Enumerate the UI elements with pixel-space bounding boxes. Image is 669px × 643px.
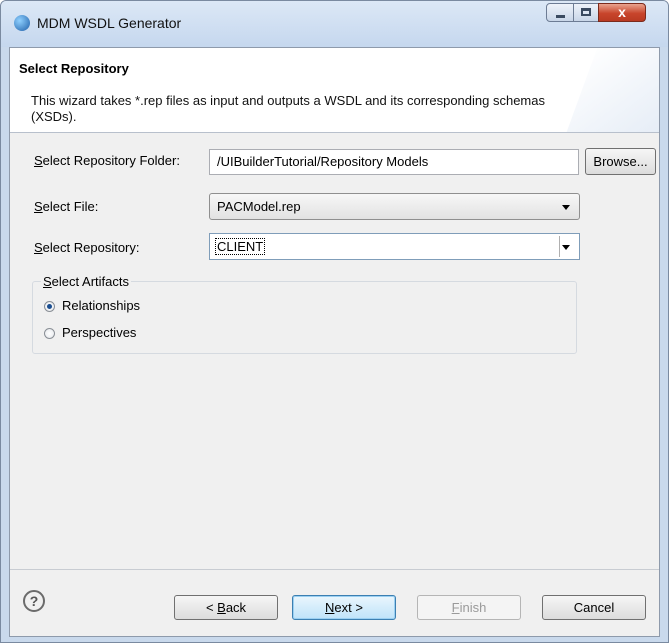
radio-perspectives-label[interactable]: Perspectives (62, 325, 136, 340)
minimize-button[interactable] (546, 3, 574, 22)
back-mnemonic: B (217, 600, 226, 615)
page-title: Select Repository (19, 61, 129, 76)
help-icon[interactable]: ? (23, 590, 45, 612)
repository-select-value: CLIENT (215, 238, 266, 255)
combo-divider (559, 236, 560, 257)
radio-relationships[interactable] (44, 301, 55, 312)
maximize-button[interactable] (573, 3, 599, 22)
folder-input[interactable]: /UIBuilderTutorial/Repository Models (209, 149, 579, 175)
maximize-icon (581, 8, 591, 16)
artifacts-title-mnemonic: S (43, 274, 52, 289)
radio-perspectives[interactable] (44, 328, 55, 339)
folder-label-text: elect Repository Folder: (42, 153, 180, 168)
finish-mnemonic: F (451, 600, 460, 615)
chevron-down-icon (562, 205, 570, 210)
repository-label: Select Repository: (34, 240, 140, 255)
footer-divider (10, 569, 659, 570)
close-icon: x (618, 4, 626, 20)
file-label-text: elect File: (42, 199, 99, 214)
file-label-mnemonic: S (34, 199, 43, 214)
file-select[interactable]: PACModel.rep (209, 193, 580, 220)
wizard-body: Select Repository This wizard takes *.re… (9, 47, 660, 637)
file-select-value: PACModel.rep (217, 199, 301, 214)
repository-label-text: elect Repository: (42, 240, 140, 255)
back-button[interactable]: < Back (174, 595, 278, 620)
window-title: MDM WSDL Generator (37, 15, 182, 31)
repository-select[interactable]: CLIENT (209, 233, 580, 260)
chevron-down-icon[interactable] (562, 245, 570, 250)
title-bar[interactable]: MDM WSDL Generator x (1, 1, 668, 47)
app-icon (14, 15, 30, 31)
next-mnemonic: N (325, 600, 335, 615)
folder-label-mnemonic: S (34, 153, 43, 168)
next-button[interactable]: Next > (292, 595, 396, 620)
browse-button[interactable]: Browse... (585, 148, 656, 175)
artifacts-group-title: Select Artifacts (41, 274, 131, 289)
artifacts-group (32, 281, 577, 354)
close-button[interactable]: x (598, 3, 646, 22)
minimize-icon (556, 15, 565, 18)
repository-label-mnemonic: S (34, 240, 43, 255)
wizard-banner: Select Repository This wizard takes *.re… (10, 48, 659, 133)
wizard-window: MDM WSDL Generator x Select Repository T… (0, 0, 669, 643)
finish-button[interactable]: Finish (417, 595, 521, 620)
radio-relationships-label[interactable]: Relationships (62, 298, 140, 313)
cancel-button[interactable]: Cancel (542, 595, 646, 620)
page-description: This wizard takes *.rep files as input a… (31, 93, 545, 124)
artifacts-title-text: elect Artifacts (51, 274, 129, 289)
folder-label: Select Repository Folder: (34, 153, 180, 168)
file-label: Select File: (34, 199, 98, 214)
